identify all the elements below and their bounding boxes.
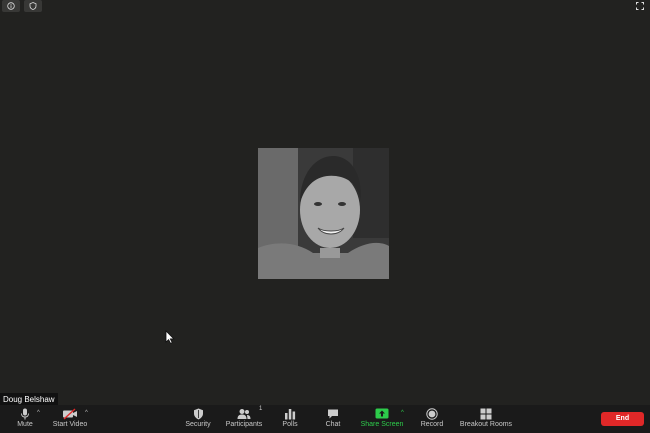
- cursor-icon: [165, 330, 175, 344]
- audio-options-caret[interactable]: ^: [37, 410, 40, 416]
- share-screen-icon: [375, 408, 389, 419]
- start-video-label: Start Video: [52, 421, 88, 428]
- security-label: Security: [185, 421, 211, 428]
- participants-label: Participants: [225, 421, 263, 428]
- breakout-rooms-button[interactable]: Breakout Rooms: [456, 405, 516, 433]
- share-options-caret[interactable]: ^: [401, 410, 404, 416]
- polls-icon: [285, 409, 296, 420]
- security-button[interactable]: Security: [182, 405, 214, 433]
- participants-icon: [237, 409, 251, 419]
- shield-icon: [29, 2, 37, 10]
- end-meeting-button[interactable]: End: [601, 412, 644, 426]
- meeting-info-button[interactable]: [2, 0, 20, 12]
- share-screen-button[interactable]: Share Screen: [358, 405, 406, 433]
- encryption-button[interactable]: [24, 0, 42, 12]
- fullscreen-button[interactable]: [632, 0, 648, 12]
- record-icon: [426, 408, 438, 420]
- polls-button[interactable]: Polls: [278, 405, 302, 433]
- participant-video-tile: [258, 148, 389, 279]
- meeting-toolbar: Mute ^ Start Video ^ Security Participan…: [0, 405, 650, 433]
- record-button[interactable]: Record: [418, 405, 446, 433]
- video-off-icon: [63, 408, 77, 420]
- start-video-button[interactable]: Start Video: [50, 405, 90, 433]
- chat-label: Chat: [325, 421, 341, 428]
- record-label: Record: [420, 421, 444, 428]
- breakout-rooms-icon: [480, 408, 492, 420]
- participant-photo: [258, 148, 389, 279]
- security-shield-icon: [193, 408, 203, 420]
- participants-count-badge: 1: [259, 406, 263, 412]
- video-options-caret[interactable]: ^: [85, 410, 88, 416]
- chat-button[interactable]: Chat: [321, 405, 345, 433]
- mute-label: Mute: [17, 421, 33, 428]
- polls-label: Polls: [282, 421, 298, 428]
- microphone-icon: [21, 408, 29, 420]
- breakout-rooms-label: Breakout Rooms: [459, 421, 513, 428]
- expand-icon: [636, 2, 644, 10]
- info-icon: [7, 2, 15, 10]
- chat-icon: [328, 409, 338, 419]
- share-screen-label: Share Screen: [360, 421, 404, 428]
- mute-button[interactable]: Mute: [12, 405, 38, 433]
